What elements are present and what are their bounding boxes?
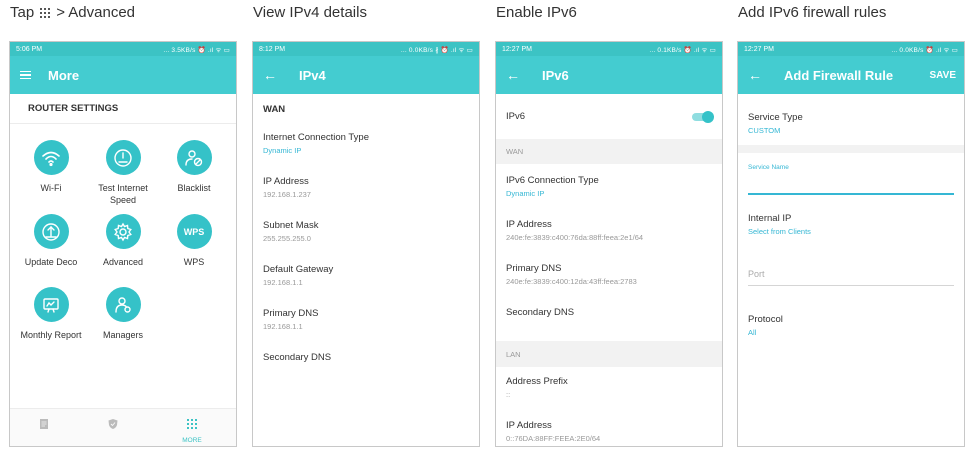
blocked-user-icon (176, 140, 212, 175)
ipv6-toggle-row: IPv6 (496, 94, 722, 139)
service-name-underline (748, 193, 954, 195)
managers-icon (105, 287, 141, 322)
tile-label: Managers (102, 330, 144, 340)
tile-wps[interactable]: WPS WPS (159, 214, 229, 268)
app-bar: ← IPv6 (496, 56, 722, 94)
row-address-prefix: Address Prefix :: (506, 376, 568, 399)
row-secondary-dns: Secondary DNS (263, 352, 332, 363)
nav-overview[interactable] (24, 417, 64, 435)
section-band-wan: WAN (496, 139, 722, 164)
ipv6-label: IPv6 (506, 111, 526, 122)
tile-test-internet-speed[interactable]: Test Internet Speed (88, 140, 158, 206)
wps-icon: WPS (176, 214, 212, 249)
status-bar: 12:27 PM ... 0.0KB/s ⏰ .ıl ᯤ ▭ (738, 42, 964, 56)
update-icon (33, 214, 69, 249)
menu-icon[interactable] (20, 70, 48, 80)
ipv6-toggle[interactable] (692, 110, 714, 123)
nav-more[interactable]: MORE (172, 417, 212, 444)
gear-icon (105, 214, 141, 249)
caption-advanced-text: > Advanced (56, 4, 136, 21)
bottom-nav: MORE (10, 408, 236, 446)
page-title: Add Firewall Rule (784, 67, 894, 83)
page-title: More (48, 67, 80, 83)
service-type-field[interactable]: Service Type CUSTOM (738, 112, 813, 135)
tile-managers[interactable]: Managers (88, 287, 158, 341)
grid-icon (187, 419, 197, 429)
phone-more-screen: 5:06 PM ... 3.5KB/s ⏰ .ıl ᯤ ▭ More ROUTE… (9, 41, 237, 447)
nav-more-label: MORE (182, 437, 202, 444)
tile-advanced[interactable]: Advanced (88, 214, 158, 268)
row-ip-address: IP Address 192.168.1.237 (263, 176, 311, 199)
port-underline (748, 285, 954, 286)
app-bar: ← IPv4 (253, 56, 479, 94)
row-primary-dns: Primary DNS 240e:fe:3839:c400:12da:43ff:… (506, 263, 637, 286)
tile-label: WPS (183, 257, 205, 267)
tile-label: Test Internet Speed (98, 183, 148, 205)
row-internet-connection-type: Internet Connection Type Dynamic IP (263, 132, 369, 155)
tile-label: Wi-Fi (40, 183, 62, 193)
phone-firewall-screen: 12:27 PM ... 0.0KB/s ⏰ .ıl ᯤ ▭ ← Add Fir… (737, 41, 965, 447)
status-icons: ... 3.5KB/s ⏰ .ıl ᯤ ▭ (163, 46, 230, 54)
tile-label: Update Deco (24, 257, 78, 267)
page-title: IPv6 (542, 67, 569, 83)
tile-blacklist[interactable]: Blacklist (159, 140, 229, 194)
tile-label: Monthly Report (20, 330, 82, 340)
tile-update-deco[interactable]: Update Deco (16, 214, 86, 268)
phone-ipv4-screen: 8:12 PM ... 0.0KB/s ∦ ⏰ .ıl ᯤ ▭ ← IPv4 W… (252, 41, 480, 447)
app-grid-icon (39, 7, 51, 19)
report-icon (33, 287, 69, 322)
wps-icon-text: WPS (183, 226, 205, 237)
shield-icon (108, 419, 118, 429)
row-subnet-mask: Subnet Mask 255.255.255.0 (263, 220, 319, 243)
tile-monthly-report[interactable]: Monthly Report (16, 287, 86, 341)
app-bar: ← Add Firewall Rule SAVE (738, 56, 964, 94)
caption-ipv6: Enable IPv6 (496, 4, 577, 21)
section-band-lan: LAN (496, 341, 722, 367)
row-secondary-dns: Secondary DNS (506, 307, 575, 318)
tile-label: Advanced (102, 257, 144, 267)
tile-label: Blacklist (177, 183, 211, 193)
document-icon (40, 419, 48, 429)
back-arrow-icon[interactable]: ← (506, 67, 542, 83)
caption-tap-text: Tap (10, 4, 35, 21)
status-time: 12:27 PM (502, 45, 532, 53)
status-icons: ... 0.0KB/s ⏰ .ıl ᯤ ▭ (891, 46, 958, 54)
status-icons: ... 0.0KB/s ∦ ⏰ .ıl ᯤ ▭ (400, 46, 473, 54)
row-default-gateway: Default Gateway 192.168.1.1 (263, 264, 334, 287)
section-title-wan: WAN (263, 104, 286, 115)
back-arrow-icon[interactable]: ← (263, 67, 299, 83)
status-bar: 12:27 PM ... 0.1KB/s ⏰ .ıl ᯤ ▭ (496, 42, 722, 56)
row-primary-dns: Primary DNS 192.168.1.1 (263, 308, 319, 331)
phone-ipv6-screen: 12:27 PM ... 0.1KB/s ⏰ .ıl ᯤ ▭ ← IPv6 IP… (495, 41, 723, 447)
status-time: 5:06 PM (16, 45, 43, 53)
speedometer-icon (105, 140, 141, 175)
row-lan-ip-address: IP Address 0::76DA:88FF:FEEA:2E0/64 (506, 420, 601, 443)
status-bar: 8:12 PM ... 0.0KB/s ∦ ⏰ .ıl ᯤ ▭ (253, 42, 479, 56)
caption-firewall: Add IPv6 firewall rules (738, 4, 887, 21)
back-arrow-icon[interactable]: ← (748, 67, 784, 83)
status-icons: ... 0.1KB/s ⏰ .ıl ᯤ ▭ (649, 46, 716, 54)
wifi-icon (33, 140, 69, 175)
toggle-knob (702, 110, 714, 123)
service-name-field[interactable]: Service Name (738, 164, 799, 171)
caption-tap-advanced: Tap > Advanced (10, 4, 135, 21)
nav-security[interactable] (93, 417, 133, 435)
page-title: IPv4 (299, 67, 326, 83)
app-bar: More (10, 56, 236, 94)
caption-ipv4: View IPv4 details (253, 4, 367, 21)
port-input[interactable]: Port (738, 269, 775, 279)
status-time: 12:27 PM (744, 45, 774, 53)
row-ipv6-connection-type: IPv6 Connection Type Dynamic IP (506, 175, 599, 198)
status-bar: 5:06 PM ... 3.5KB/s ⏰ .ıl ᯤ ▭ (10, 42, 236, 56)
internal-ip-field[interactable]: Internal IP Select from Clients (738, 213, 821, 236)
save-button[interactable]: SAVE (930, 70, 957, 81)
divider-band (738, 145, 964, 153)
section-title-router-settings: ROUTER SETTINGS (10, 94, 236, 124)
tile-wifi[interactable]: Wi-Fi (16, 140, 86, 194)
protocol-field[interactable]: Protocol All (738, 314, 793, 337)
row-ip-address: IP Address 240e:fe:3839:c400:76da:88ff:f… (506, 219, 644, 242)
status-time: 8:12 PM (259, 45, 286, 53)
